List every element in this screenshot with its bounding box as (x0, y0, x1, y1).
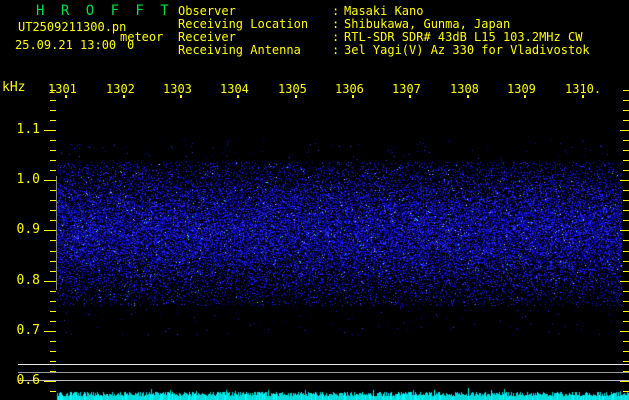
y-tick-mark-left (50, 90, 56, 91)
spectrogram-canvas (0, 0, 629, 400)
x-tick-label: 1301 (48, 82, 77, 96)
y-tick-mark-right (620, 331, 629, 332)
y-tick-mark-right (623, 220, 629, 221)
y-tick-mark-right (623, 271, 629, 272)
x-tick-mark (65, 95, 67, 98)
y-tick-mark-left (50, 311, 56, 312)
y-tick-label: 1.1 (16, 122, 40, 137)
y-tick-mark-right (623, 301, 629, 302)
info-row-antenna: Receiving Antenna:3el Yagi(V) Az 330 for… (178, 44, 590, 57)
y-tick-mark-right (623, 251, 629, 252)
separator-line-top (18, 364, 629, 365)
observation-datetime: 25.09.21 13:00 (15, 38, 117, 52)
y-tick-mark-left (50, 301, 56, 302)
y-tick-mark-right (623, 140, 629, 141)
x-tick-label: 1303 (163, 82, 192, 96)
y-tick-label: 0.7 (16, 323, 40, 338)
y-tick-mark-left (50, 160, 56, 161)
x-tick-label: 1308 (450, 82, 479, 96)
y-tick-mark-left (44, 180, 56, 181)
y-tick-mark-right (620, 381, 629, 382)
y-tick-mark-left (44, 381, 56, 382)
y-tick-mark-left (44, 281, 56, 282)
y-tick-mark-left (44, 230, 56, 231)
x-tick-label: 1307 (392, 82, 421, 96)
y-tick-mark-right (623, 200, 629, 201)
y-tick-mark-right (620, 230, 629, 231)
y-tick-mark-left (50, 120, 56, 121)
y-tick-mark-right (623, 240, 629, 241)
app-title: H R O F F T (36, 3, 173, 19)
info-value: 3el Yagi(V) Az 330 for Vladivostok (344, 43, 590, 57)
y-tick-mark-right (623, 311, 629, 312)
y-tick-mark-right (623, 190, 629, 191)
y-tick-mark-right (623, 150, 629, 151)
info-label: Receiving Antenna (178, 43, 301, 57)
y-tick-mark-left (50, 321, 56, 322)
hrofft-screen: H R O F F T UT2509211300.pn meteor 25.09… (0, 0, 629, 400)
y-tick-mark-left (50, 100, 56, 101)
station-info-block: Observer: Masaki Kano Receiving Location:… (178, 5, 590, 57)
y-tick-label: 1.0 (16, 172, 40, 187)
y-tick-mark-right (623, 170, 629, 171)
y-tick-mark-left (50, 361, 56, 362)
x-tick-label: 1309 (507, 82, 536, 96)
y-tick-mark-left (44, 331, 56, 332)
y-tick-mark-left (50, 150, 56, 151)
y-tick-label: 0.8 (16, 273, 40, 288)
y-tick-mark-right (623, 261, 629, 262)
output-filename: UT2509211300.pn (18, 20, 127, 34)
x-tick-mark (409, 95, 411, 98)
y-tick-label: 0.6 (16, 373, 40, 388)
x-tick-label: 1302 (106, 82, 135, 96)
y-axis-unit: kHz (2, 80, 26, 95)
y-tick-mark-right (623, 160, 629, 161)
x-tick-label: 1310. (565, 82, 602, 96)
y-tick-mark-right (623, 341, 629, 342)
spectrogram-left-edge-line (56, 176, 57, 290)
y-tick-mark-right (623, 391, 629, 392)
y-tick-label: 0.9 (16, 222, 40, 237)
y-tick-mark-right (623, 291, 629, 292)
y-tick-mark-left (50, 341, 56, 342)
y-tick-mark-right (623, 321, 629, 322)
info-colon: : (332, 43, 340, 57)
y-tick-mark-left (50, 110, 56, 111)
x-tick-label: 1306 (335, 82, 364, 96)
y-tick-mark-right (620, 130, 629, 131)
x-tick-label: 1304 (220, 82, 249, 96)
separator-line-middle (18, 372, 629, 373)
x-tick-mark (123, 95, 125, 98)
y-tick-mark-right (623, 351, 629, 352)
meteor-count: 0 (127, 38, 135, 52)
y-tick-mark-left (50, 391, 56, 392)
y-tick-mark-right (620, 180, 629, 181)
y-tick-mark-right (623, 100, 629, 101)
x-tick-label: 1305 (278, 82, 307, 96)
y-tick-mark-right (623, 90, 629, 91)
x-tick-mark (582, 95, 584, 98)
y-tick-mark-right (623, 210, 629, 211)
y-tick-mark-right (620, 281, 629, 282)
x-tick-mark (180, 95, 182, 98)
y-tick-mark-left (44, 130, 56, 131)
x-tick-mark (295, 95, 297, 98)
y-tick-mark-left (50, 140, 56, 141)
x-tick-mark (237, 95, 239, 98)
y-tick-mark-left (50, 291, 56, 292)
y-tick-mark-right (623, 361, 629, 362)
y-tick-mark-left (50, 170, 56, 171)
x-tick-mark (467, 95, 469, 98)
y-tick-mark-right (623, 120, 629, 121)
y-tick-mark-right (623, 110, 629, 111)
x-tick-mark (352, 95, 354, 98)
separator-line-bottom (18, 380, 629, 381)
y-tick-mark-left (50, 351, 56, 352)
x-tick-mark (524, 95, 526, 98)
